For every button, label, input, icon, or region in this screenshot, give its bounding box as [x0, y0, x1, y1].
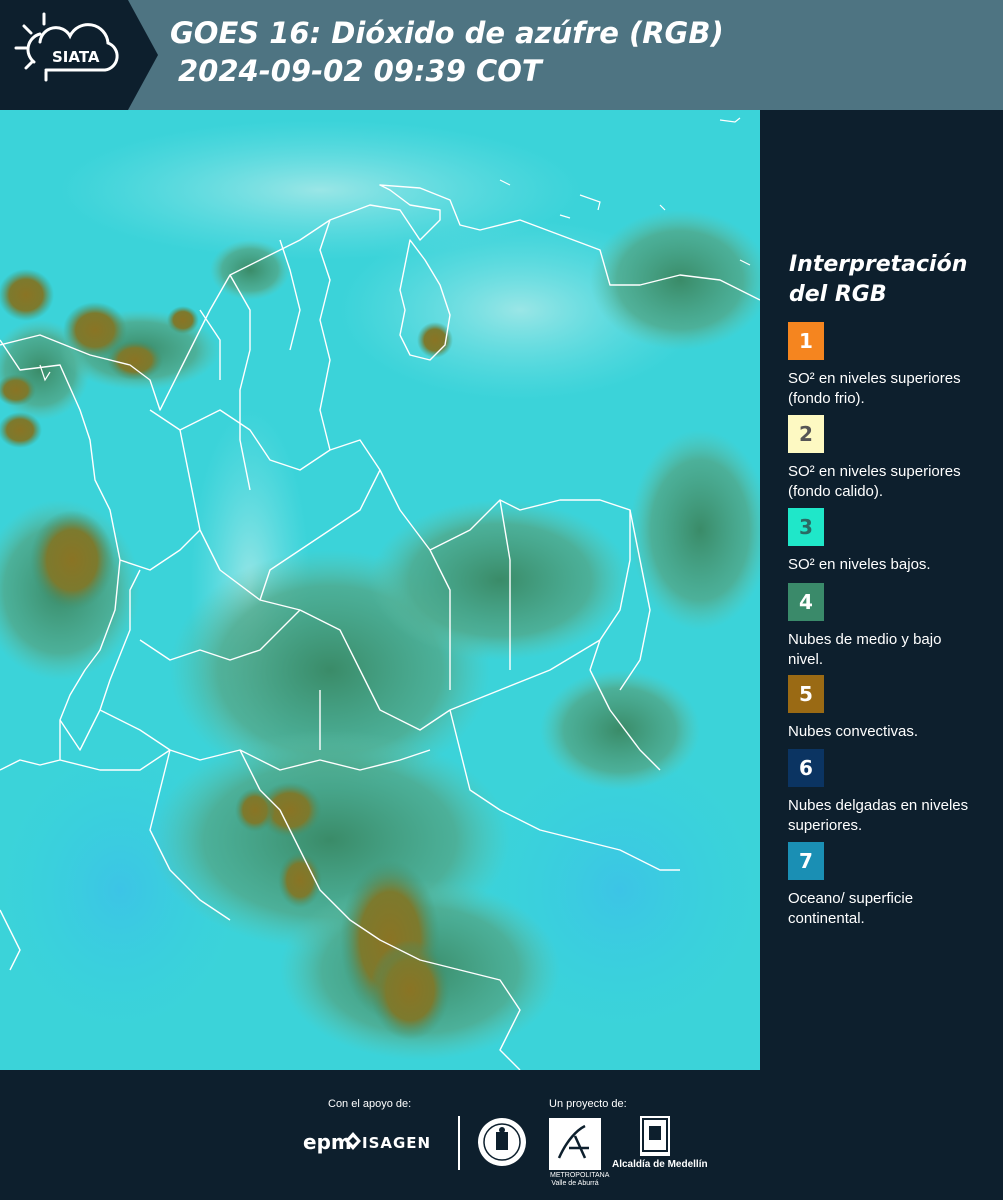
- legend-text-1: SO² en niveles superiores (fondo frio).: [788, 370, 961, 407]
- footer-divider: [458, 1116, 460, 1170]
- legend-item-3: 3 SO² en niveles bajos.: [788, 508, 988, 575]
- legend-number-2: 2: [799, 422, 813, 446]
- alcaldia-text: Alcaldía de Medellín: [612, 1159, 708, 1170]
- area-metropolitana-logo[interactable]: [549, 1118, 601, 1170]
- legend-swatch-5: 5: [788, 675, 824, 713]
- isagen-icon: [345, 1132, 361, 1150]
- project-label: Un proyecto de:: [549, 1098, 627, 1110]
- siata-logo[interactable]: SIATA: [0, 0, 160, 110]
- legend-swatch-3: 3: [788, 508, 824, 546]
- legend-swatch-7: 7: [788, 842, 824, 880]
- title-line-1: GOES 16: Dióxido de azúfre (RGB): [170, 16, 724, 50]
- legend-panel: Interpretación del RGB 1 SO² en niveles …: [760, 110, 1003, 1070]
- legend-text-5: Nubes convectivas.: [788, 723, 919, 740]
- medellin-seal-icon: [478, 1118, 526, 1166]
- legend-swatch-4: 4: [788, 583, 824, 621]
- legend-title: Interpretación del RGB: [789, 252, 968, 307]
- legend-text-2: SO² en niveles superiores (fondo calido)…: [788, 463, 961, 500]
- page-title: GOES 16: Dióxido de azúfre (RGB) 2024-09…: [170, 14, 724, 90]
- title-line-2: 2024-09-02 09:39 COT: [178, 54, 542, 88]
- legend-swatch-2: 2: [788, 415, 824, 453]
- legend-item-4: 4 Nubes de medio y bajo nivel.: [788, 583, 988, 670]
- alcaldia-shield-icon[interactable]: [640, 1116, 670, 1156]
- legend-item-1: 1 SO² en niveles superiores (fondo frio)…: [788, 322, 988, 409]
- legend-item-7: 7 Oceano/ superficie continental.: [788, 842, 988, 929]
- satellite-map-icon: [0, 110, 760, 1070]
- siata-logo-text: SIATA: [52, 48, 100, 66]
- legend-number-1: 1: [799, 329, 813, 353]
- legend-item-5: 5 Nubes convectivas.: [788, 675, 988, 742]
- legend-number-3: 3: [799, 515, 813, 539]
- legend-text-7: Oceano/ superficie continental.: [788, 890, 914, 927]
- area-metropolitana-text: METROPOLITANA Valle de Aburrá: [550, 1172, 610, 1187]
- legend-number-7: 7: [799, 849, 813, 873]
- header-bar: SIATA GOES 16: Dióxido de azúfre (RGB) 2…: [0, 0, 1003, 110]
- legend-swatch-6: 6: [788, 749, 824, 787]
- legend-number-6: 6: [799, 756, 813, 780]
- alcaldia-shield-graphic: [642, 1118, 668, 1152]
- legend-text-6: Nubes delgadas en niveles superiores.: [788, 797, 969, 834]
- legend-swatch-1: 1: [788, 322, 824, 360]
- legend-number-5: 5: [799, 682, 813, 706]
- siata-logo-icon: SIATA: [0, 0, 158, 110]
- legend-number-4: 4: [799, 590, 813, 614]
- footer: Con el apoyo de: Un proyecto de: epm ISA…: [0, 1070, 1003, 1200]
- legend-item-6: 6 Nubes delgadas en niveles superiores.: [788, 749, 988, 836]
- support-label: Con el apoyo de:: [328, 1098, 412, 1110]
- medellin-seal-logo[interactable]: [477, 1116, 527, 1173]
- legend-item-2: 2 SO² en niveles superiores (fondo calid…: [788, 415, 988, 502]
- satellite-map[interactable]: [0, 110, 760, 1070]
- area-metropolitana-icon: [557, 1124, 589, 1159]
- legend-text-4: Nubes de medio y bajo nivel.: [788, 631, 942, 668]
- legend-text-3: SO² en niveles bajos.: [788, 556, 931, 573]
- isagen-text: ISAGEN: [362, 1134, 432, 1152]
